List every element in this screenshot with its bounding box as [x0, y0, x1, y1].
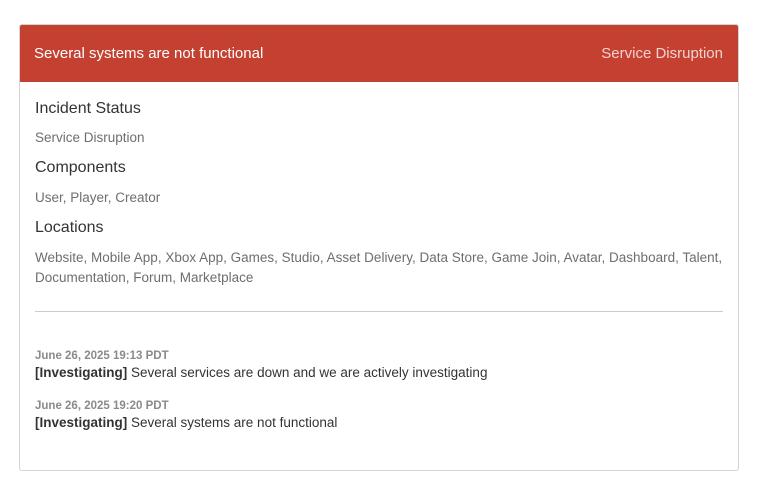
incident-title: Several systems are not functional — [34, 45, 264, 62]
update-message: [Investigating] Several systems are not … — [35, 415, 723, 430]
incident-status-value: Service Disruption — [35, 130, 145, 145]
update-item: June 26, 2025 19:13 PDT [Investigating] … — [35, 350, 723, 380]
update-tag: [Investigating] — [35, 365, 128, 380]
locations-heading: Locations — [35, 219, 104, 236]
incident-status-badge: Service Disruption — [601, 45, 723, 62]
update-timestamp: June 26, 2025 19:20 PDT — [35, 400, 169, 412]
update-message: [Investigating] Several services are dow… — [35, 365, 723, 380]
incident-header: Several systems are not functional Servi… — [20, 25, 738, 82]
incident-card: Several systems are not functional Servi… — [19, 24, 739, 471]
divider — [35, 311, 723, 312]
update-tag: [Investigating] — [35, 415, 128, 430]
update-item: June 26, 2025 19:20 PDT [Investigating] … — [35, 400, 723, 430]
components-value: User, Player, Creator — [35, 190, 161, 205]
update-text: Several systems are not functional — [127, 415, 338, 430]
update-timestamp: June 26, 2025 19:13 PDT — [35, 350, 169, 362]
update-text: Several services are down and we are act… — [127, 365, 488, 380]
locations-value: Website, Mobile App, Xbox App, Games, St… — [35, 250, 723, 285]
incident-status-heading: Incident Status — [35, 100, 141, 117]
components-heading: Components — [35, 159, 126, 176]
